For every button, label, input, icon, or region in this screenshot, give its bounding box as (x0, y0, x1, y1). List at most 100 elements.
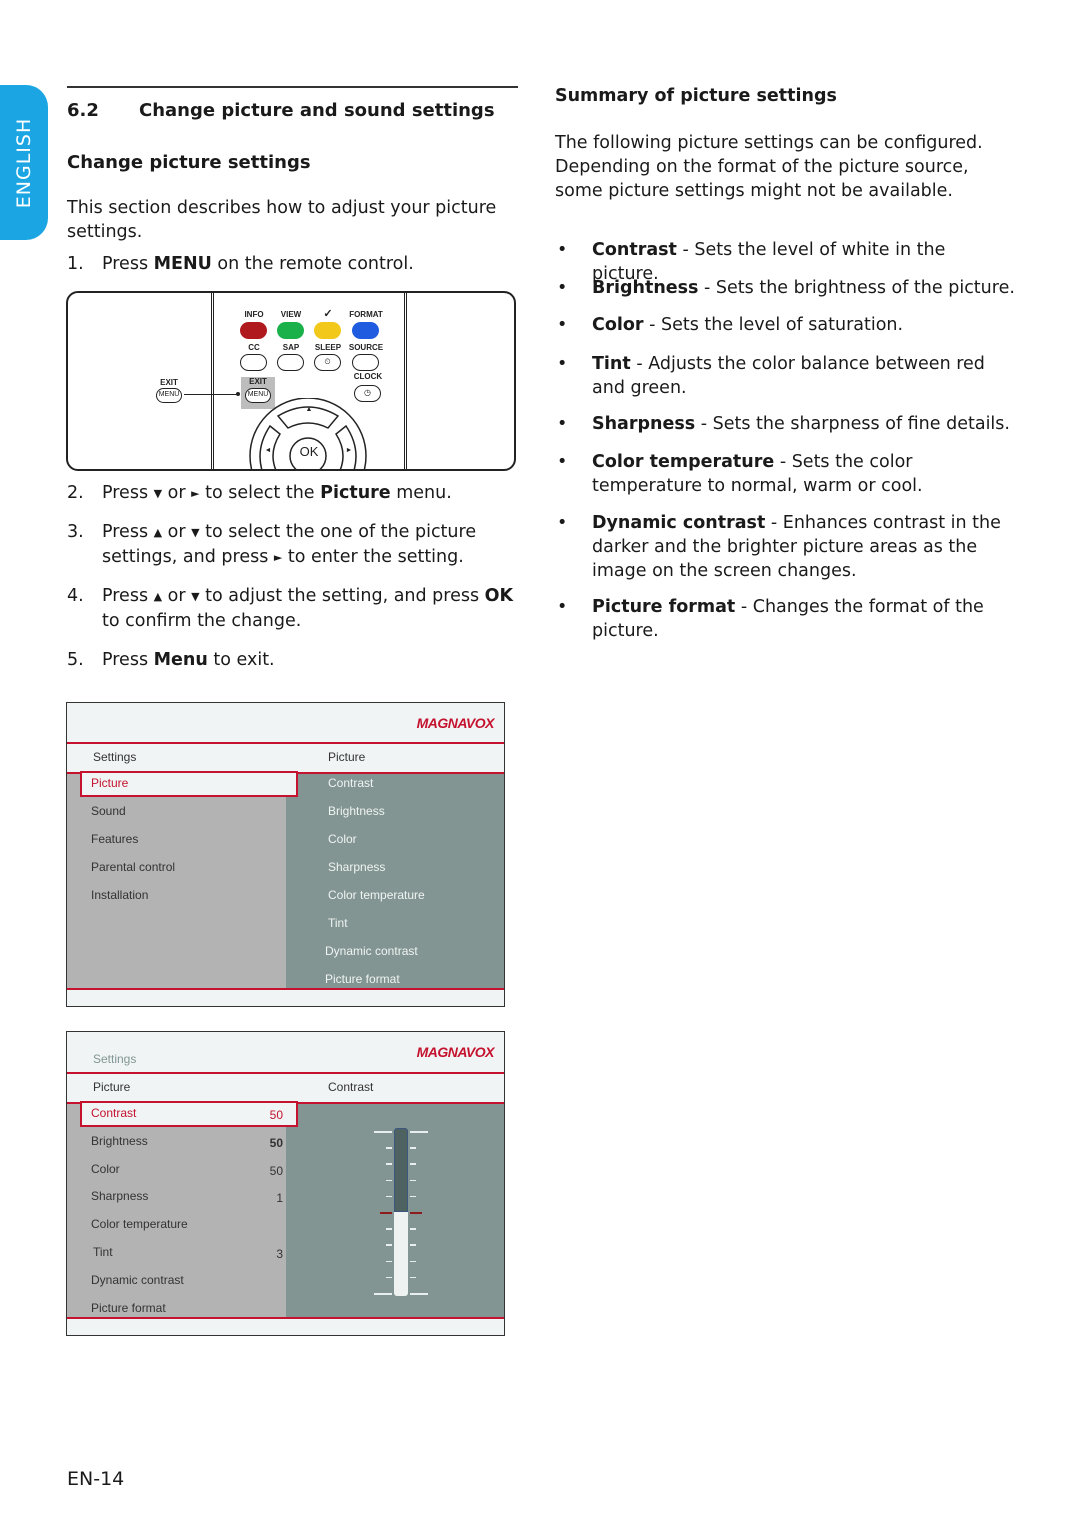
menu-item-sound[interactable]: Sound (91, 804, 126, 818)
menu-item-installation[interactable]: Installation (91, 888, 148, 902)
summary-item-text: Brightness - Sets the brightness of the … (592, 276, 1015, 300)
key-name: Picture (320, 483, 391, 503)
up-arrow-icon[interactable]: ▲ (304, 406, 314, 413)
color-button-blue[interactable] (352, 322, 379, 339)
setting-tint[interactable]: Tint (93, 1245, 113, 1259)
slider-tick (386, 1228, 392, 1230)
summary-item-text: Tint - Adjusts the color balance between… (592, 352, 1015, 400)
slider-tick (410, 1195, 416, 1198)
slider-tick (380, 1212, 392, 1214)
step-5: 5. Press Menu to exit. (67, 648, 517, 672)
section-title: Change picture and sound settings (139, 100, 495, 121)
summary-term: Dynamic contrast (592, 513, 766, 533)
setting-value: 50 (269, 1163, 283, 1178)
setting-value: 3 (276, 1247, 283, 1261)
setting-sharpness[interactable]: Sharpness (91, 1189, 148, 1203)
setting-picture-format[interactable]: Picture format (91, 1301, 166, 1315)
menu-item-features[interactable]: Features (91, 832, 138, 846)
ok-button[interactable]: OK (296, 444, 322, 459)
step-text: Press ▲ or ▼ to adjust the setting, and … (102, 584, 517, 633)
step-number: 4. (67, 586, 84, 606)
text: to enter the setting. (282, 547, 464, 567)
setting-contrast[interactable]: Contrast (91, 1106, 136, 1120)
color-button-label: VIEW (280, 310, 302, 319)
menu-item-picture[interactable]: Picture (91, 776, 128, 790)
summary-item: • Sharpness - Sets the sharpness of fine … (555, 412, 1015, 436)
submenu-item-dynamic-contrast[interactable]: Dynamic contrast (325, 944, 418, 958)
step-number: 5. (67, 650, 84, 670)
brand-logo: MAGNAVOX (416, 715, 495, 731)
summary-description: - Sets the level of saturation. (643, 315, 904, 335)
summary-item: • Tint - Adjusts the color balance betwee… (555, 352, 1015, 400)
step-number: 2. (67, 483, 84, 503)
clock-icon: ◷ (364, 388, 371, 397)
sleep-timer-icon: ⏲ (324, 357, 331, 366)
key-name: MENU (153, 254, 212, 274)
setting-brightness[interactable]: Brightness (91, 1134, 148, 1148)
color-button-yellow[interactable] (314, 322, 341, 339)
key-name: OK (484, 586, 514, 606)
slider-tick (386, 1276, 392, 1279)
submenu-item-color[interactable]: Color (328, 832, 357, 846)
setting-color-temperature[interactable]: Color temperature (91, 1217, 188, 1231)
text: to adjust the setting, and press (199, 586, 485, 606)
submenu-item-picture-format[interactable]: Picture format (325, 972, 400, 986)
exit-label: EXIT (249, 377, 267, 386)
slider-tick (410, 1293, 428, 1295)
submenu-item-color-temperature[interactable]: Color temperature (328, 888, 425, 902)
menu-footer (67, 1317, 504, 1335)
setting-dynamic-contrast[interactable]: Dynamic contrast (91, 1273, 184, 1287)
step-text: Press MENU on the remote control. (102, 252, 517, 276)
text: or (162, 483, 192, 503)
left-arrow-icon[interactable]: ◄ (263, 447, 273, 454)
right-arrow-icon[interactable]: ► (344, 447, 354, 454)
bullet: • (557, 354, 568, 374)
color-button-label: INFO (244, 310, 264, 319)
option-button-source[interactable] (352, 354, 379, 371)
arrow-icon: ▼ (191, 590, 200, 603)
summary-term: Color (592, 315, 644, 335)
bullet: • (557, 315, 568, 335)
key-name: Menu (153, 650, 208, 670)
color-button-label: FORMAT (349, 310, 383, 319)
subsection-title: Change picture settings (67, 152, 311, 173)
summary-description: - Sets the brightness of the picture. (698, 278, 1015, 298)
slider-tick (386, 1244, 392, 1246)
step-text: Press Menu to exit. (102, 648, 517, 672)
summary-item: • Dynamic contrast - Enhances contrast in… (555, 511, 1015, 583)
contrast-menu-screenshot: MAGNAVOX Settings Picture Contrast Contr… (66, 1031, 505, 1336)
submenu-item-sharpness[interactable]: Sharpness (328, 860, 385, 874)
header-contrast: Contrast (328, 1080, 374, 1094)
arrow-icon: ▼ (191, 526, 200, 539)
bullet: • (557, 513, 568, 533)
summary-item: • Color temperature - Sets the color temp… (555, 450, 1015, 498)
option-button-label: SOURCE (348, 343, 384, 352)
submenu-item-brightness[interactable]: Brightness (328, 804, 385, 818)
submenu-item-tint[interactable]: Tint (328, 916, 348, 930)
submenu-item-contrast[interactable]: Contrast (328, 776, 373, 790)
arrow-icon: ▲ (153, 526, 163, 539)
step-number: 1. (67, 254, 84, 274)
slider-fill (394, 1212, 408, 1296)
menu-header: Settings Picture (67, 742, 504, 774)
bullet: • (557, 414, 568, 434)
slider-tick (386, 1260, 392, 1263)
color-button-green[interactable] (277, 322, 304, 339)
color-button-red[interactable] (240, 322, 267, 339)
summary-term: Brightness (592, 278, 699, 298)
option-button-sap[interactable] (277, 354, 304, 371)
setting-value: 50 (269, 1108, 283, 1122)
option-button-sleep[interactable]: ⏲ (314, 354, 341, 371)
option-button-cc[interactable] (240, 354, 267, 371)
step-1: 1. Press MENU on the remote control. (67, 252, 517, 276)
text: or (162, 522, 192, 542)
setting-value: 1 (276, 1191, 283, 1206)
text: Press (102, 586, 154, 606)
option-button-label: CC (248, 343, 260, 352)
summary-item-text: Sharpness - Sets the sharpness of fine d… (592, 412, 1015, 436)
summary-item-text: Color - Sets the level of saturation. (592, 313, 1015, 337)
text: on the remote control. (211, 254, 414, 274)
menu-item-parental-control[interactable]: Parental control (91, 860, 175, 874)
setting-color[interactable]: Color (91, 1162, 120, 1176)
text: to confirm the change. (102, 611, 302, 631)
